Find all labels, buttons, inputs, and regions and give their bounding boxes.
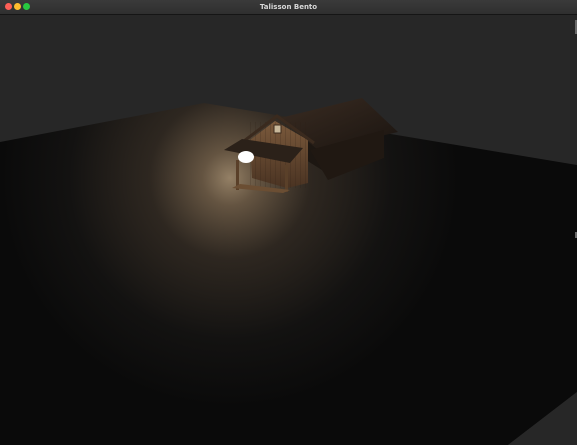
- point-light-sphere[interactable]: [238, 151, 254, 163]
- app-window: Talisson Bento: [0, 0, 577, 445]
- window-title: Talisson Bento: [259, 3, 318, 11]
- scene-canvas[interactable]: [0, 15, 577, 445]
- render-viewport[interactable]: [0, 15, 577, 445]
- title-bar[interactable]: Talisson Bento: [0, 0, 577, 15]
